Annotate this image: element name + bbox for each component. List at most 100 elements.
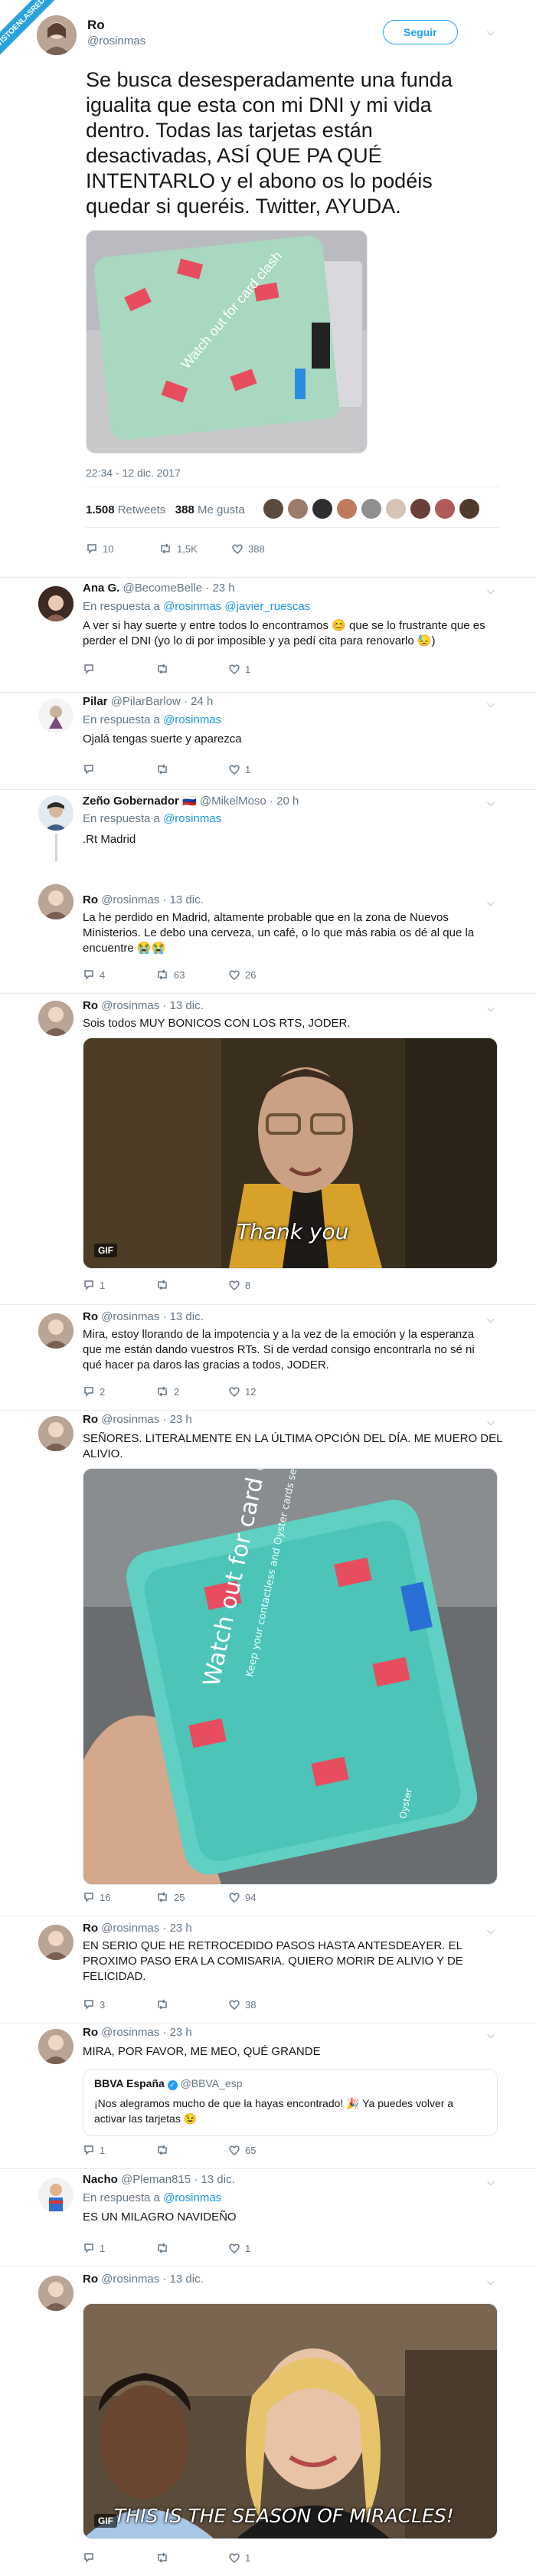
avatar[interactable] (38, 698, 74, 733)
author-name[interactable]: Pilar (83, 695, 108, 708)
chevron-down-icon[interactable]: ⌵ (487, 1416, 495, 1428)
chevron-down-icon[interactable]: ⌵ (487, 26, 495, 38)
reply-button[interactable] (83, 2551, 155, 2564)
avatar[interactable] (288, 499, 308, 519)
quoted-author-handle[interactable]: @BBVA_esp (181, 2077, 243, 2089)
chevron-down-icon[interactable]: ⌵ (487, 1313, 495, 1326)
author-handle[interactable]: @rosinmas · 13 dic. (101, 1310, 204, 1323)
reply-button[interactable]: 3 (83, 1998, 155, 2011)
mention-link[interactable]: @rosinmas (163, 2191, 221, 2204)
like-button[interactable]: 94 (228, 1891, 301, 1903)
chevron-down-icon[interactable]: ⌵ (487, 2029, 495, 2041)
retweet-button[interactable] (155, 1998, 228, 2011)
avatar[interactable] (38, 1313, 74, 1349)
like-button[interactable]: 1 (228, 763, 301, 775)
gif-media[interactable]: THIS IS THE SEASON OF MIRACLES! GIF (83, 2303, 498, 2539)
reply-button[interactable]: 1 (83, 2144, 155, 2156)
avatar[interactable] (263, 499, 283, 519)
avatar[interactable] (361, 499, 381, 519)
like-button[interactable]: 38 (228, 1998, 301, 2011)
reply-button[interactable]: 16 (83, 1891, 155, 1903)
like-button[interactable]: 8 (228, 1279, 301, 1291)
avatar[interactable] (38, 1001, 74, 1036)
author-name[interactable]: Ro (83, 893, 98, 906)
author-handle[interactable]: @rosinmas · 23 h (101, 2026, 192, 2039)
mention-link[interactable]: @rosinmas (163, 713, 221, 726)
chevron-down-icon[interactable]: ⌵ (487, 1925, 495, 1937)
like-button[interactable]: 65 (228, 2144, 301, 2156)
retweet-button[interactable] (155, 2242, 228, 2254)
like-button[interactable]: 26 (228, 968, 301, 981)
author-handle[interactable]: @BecomeBelle · 23 h (123, 582, 235, 595)
retweets-count[interactable]: 1.508 (86, 503, 115, 516)
like-button[interactable]: 12 (228, 1385, 301, 1398)
retweet-button[interactable]: 2 (155, 1385, 228, 1398)
avatar[interactable] (410, 499, 430, 519)
avatar[interactable] (459, 499, 479, 519)
author-handle[interactable]: @rosinmas (87, 34, 145, 48)
retweet-button[interactable]: 25 (155, 1891, 228, 1903)
retweet-button[interactable] (155, 2144, 228, 2156)
retweet-button[interactable]: 1,5K (159, 542, 231, 555)
reply-button[interactable]: 1 (83, 1279, 155, 1291)
tweet-photo[interactable]: Watch out for card clash (86, 230, 368, 454)
mention-link[interactable]: @rosinmas @javier_ruescas (163, 600, 310, 613)
author-name[interactable]: Ro (83, 1310, 98, 1323)
retweet-button[interactable] (155, 663, 228, 675)
like-button[interactable]: 1 (228, 2242, 301, 2254)
gif-media[interactable]: Thank you GIF (83, 1037, 498, 1269)
avatar[interactable] (337, 499, 357, 519)
like-button[interactable]: 388 (231, 542, 304, 555)
likes-count[interactable]: 388 (175, 503, 194, 516)
follow-button[interactable]: Seguir (383, 20, 458, 44)
author-handle[interactable]: @rosinmas · 23 h (101, 1922, 192, 1935)
chevron-down-icon[interactable]: ⌵ (487, 1002, 495, 1014)
retweet-button[interactable] (155, 1279, 228, 1291)
avatar[interactable] (435, 499, 455, 519)
avatar[interactable] (38, 1416, 74, 1451)
avatar[interactable] (38, 2178, 74, 2213)
author-handle[interactable]: @MikelMoso · 20 h (200, 795, 299, 808)
like-button[interactable]: 1 (228, 2551, 301, 2564)
tweet-timestamp[interactable]: 22:34 - 12 dic. 2017 (86, 465, 181, 480)
author-name[interactable]: Nacho (83, 2173, 118, 2186)
reply-button[interactable] (83, 763, 155, 775)
like-button[interactable]: 1 (228, 663, 301, 675)
author-name[interactable]: Ro (83, 2273, 98, 2286)
author-handle[interactable]: @rosinmas · 13 dic. (101, 2273, 204, 2286)
author-name[interactable]: Ro (87, 18, 145, 33)
author-handle[interactable]: @Pleman815 · 13 dic. (121, 2173, 235, 2186)
author-handle[interactable]: @PilarBarlow · 24 h (111, 695, 214, 708)
avatar[interactable] (37, 15, 77, 55)
chevron-down-icon[interactable]: ⌵ (487, 2176, 495, 2188)
author-name[interactable]: Zeño Gobernador 🇷🇺 (83, 795, 197, 808)
reply-button[interactable]: 4 (83, 968, 155, 981)
quoted-author-name[interactable]: BBVA España (94, 2077, 165, 2089)
author-name[interactable]: Ro (83, 1413, 98, 1426)
author-handle[interactable]: @rosinmas · 23 h (101, 1413, 192, 1426)
reply-button[interactable] (83, 663, 155, 675)
chevron-down-icon[interactable]: ⌵ (487, 896, 495, 909)
avatar[interactable] (38, 1925, 74, 1960)
mention-link[interactable]: @rosinmas (163, 812, 221, 825)
avatar[interactable] (38, 2276, 74, 2311)
retweet-button[interactable]: 63 (155, 968, 228, 981)
chevron-down-icon[interactable]: ⌵ (487, 585, 495, 597)
avatar[interactable] (38, 586, 74, 621)
chevron-down-icon[interactable]: ⌵ (487, 797, 495, 809)
author-handle[interactable]: @rosinmas · 13 dic. (101, 999, 204, 1012)
quoted-tweet[interactable]: BBVA España ✓ @BBVA_esp ¡Nos alegramos m… (83, 2069, 498, 2136)
chevron-down-icon[interactable]: ⌵ (487, 2276, 495, 2288)
avatar[interactable] (38, 884, 74, 919)
author-name[interactable]: Ro (83, 999, 98, 1012)
likers-avatars[interactable] (259, 499, 479, 519)
chevron-down-icon[interactable]: ⌵ (487, 698, 495, 710)
tweet-photo[interactable]: Watch out for card clash Keep your conta… (83, 1468, 498, 1885)
reply-button[interactable]: 1 (83, 2242, 155, 2254)
reply-button[interactable]: 10 (86, 542, 159, 555)
avatar[interactable] (386, 499, 406, 519)
retweet-button[interactable] (155, 763, 228, 775)
author-name[interactable]: Ro (83, 2026, 98, 2039)
reply-button[interactable]: 2 (83, 1385, 155, 1398)
author-name[interactable]: Ro (83, 1922, 98, 1935)
